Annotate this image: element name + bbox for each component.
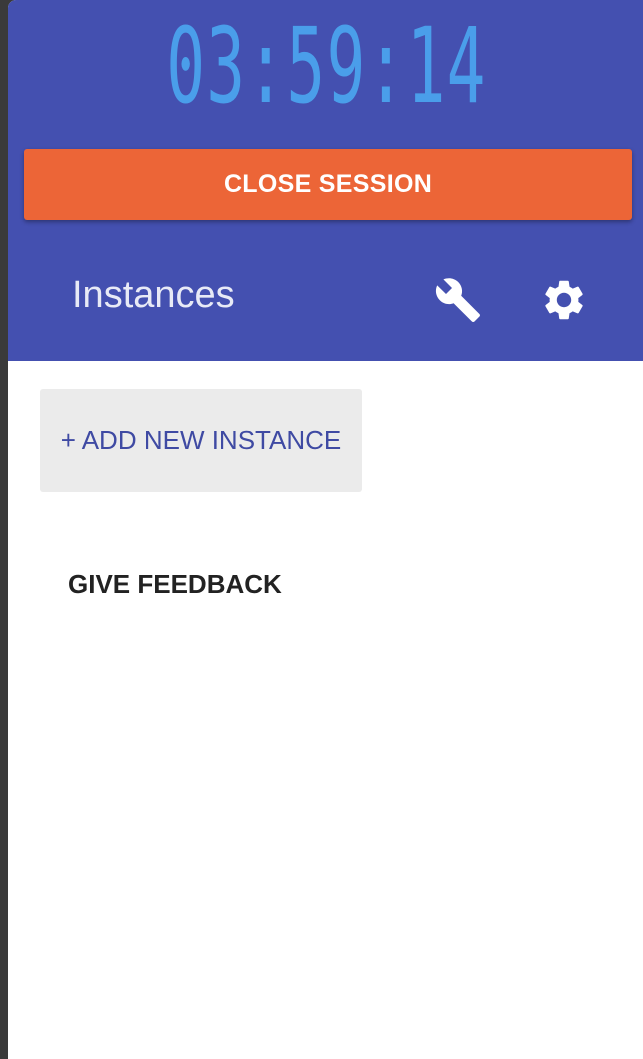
add-new-instance-button[interactable]: + ADD NEW INSTANCE xyxy=(40,389,362,492)
gear-icon xyxy=(545,280,583,320)
close-session-button[interactable]: CLOSE SESSION xyxy=(24,149,632,220)
settings-button[interactable] xyxy=(540,276,588,324)
wrench-icon xyxy=(435,278,480,322)
side-panel: 03:59:14 CLOSE SESSION Instances + ADD N… xyxy=(8,0,643,1059)
give-feedback-button[interactable]: GIVE FEEDBACK xyxy=(68,569,282,600)
instances-title: Instances xyxy=(72,274,235,316)
session-timer: 03:59:14 xyxy=(166,5,487,127)
session-header: 03:59:14 CLOSE SESSION Instances xyxy=(8,0,643,361)
wrench-button[interactable] xyxy=(434,276,482,324)
